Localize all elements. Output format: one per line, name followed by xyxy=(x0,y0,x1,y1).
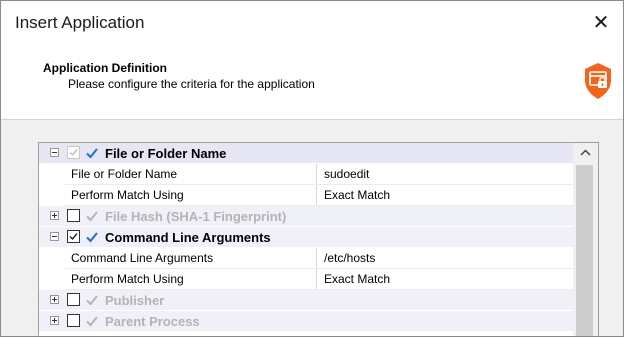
column-divider xyxy=(316,248,317,268)
category-row[interactable]: Parent Process xyxy=(39,311,573,331)
property-name: File or Folder Name xyxy=(71,167,178,181)
property-row[interactable]: Perform Match Using Exact Match xyxy=(65,185,573,206)
category-label: Parent Process xyxy=(105,314,200,329)
category-label: File or Folder Name xyxy=(105,146,227,161)
collapse-icon[interactable] xyxy=(50,232,59,241)
property-name: Perform Match Using xyxy=(71,272,184,286)
header-title: Application Definition xyxy=(43,61,167,75)
property-row[interactable]: Perform Match Using Exact Match xyxy=(65,269,573,290)
checkmark-icon xyxy=(86,148,98,159)
category-checkbox[interactable] xyxy=(67,293,80,306)
category-row[interactable]: Command Line Arguments xyxy=(39,227,573,247)
category-checkbox[interactable] xyxy=(67,209,80,222)
property-row[interactable]: Command Line Arguments/etc/hosts xyxy=(65,248,573,269)
category-row[interactable]: File Hash (SHA-1 Fingerprint) xyxy=(39,206,573,226)
application-lock-icon xyxy=(585,63,611,99)
vertical-scrollbar[interactable] xyxy=(573,143,598,336)
close-icon: ✕ xyxy=(592,12,610,34)
window-title: Insert Application xyxy=(15,13,145,32)
collapse-icon[interactable] xyxy=(50,148,59,157)
scroll-thumb[interactable] xyxy=(576,165,593,336)
category-label: Command Line Arguments xyxy=(105,230,271,245)
title-bar: Insert Application ✕ xyxy=(1,1,623,45)
checkmark-icon xyxy=(86,232,98,243)
insert-application-dialog: Insert Application ✕ Application Definit… xyxy=(0,0,624,337)
property-value[interactable]: Exact Match xyxy=(324,272,390,286)
category-row[interactable]: File or Folder Name xyxy=(39,143,573,163)
close-button[interactable]: ✕ xyxy=(579,1,623,45)
category-label: File Hash (SHA-1 Fingerprint) xyxy=(105,209,287,224)
category-checkbox[interactable] xyxy=(67,146,80,159)
scroll-up-arrow-icon[interactable] xyxy=(573,143,598,163)
property-value[interactable]: /etc/hosts xyxy=(324,251,375,265)
category-row[interactable]: Publisher xyxy=(39,290,573,310)
property-name: Perform Match Using xyxy=(71,188,184,202)
header-subtitle: Please configure the criteria for the ap… xyxy=(68,77,315,91)
criteria-tree: File or Folder Name File or Folder Name su… xyxy=(38,142,599,336)
expand-icon[interactable] xyxy=(50,295,59,304)
checkmark-icon xyxy=(86,316,98,327)
column-divider xyxy=(316,164,317,184)
checkmark-icon xyxy=(86,211,98,222)
property-value[interactable]: Exact Match xyxy=(324,188,390,202)
column-divider xyxy=(316,269,317,289)
property-row[interactable]: File or Folder Name sudoedit xyxy=(65,164,573,185)
category-label: Publisher xyxy=(105,293,165,308)
category-checkbox[interactable] xyxy=(67,230,80,243)
property-name: Command Line Arguments xyxy=(71,251,214,265)
property-value[interactable]: sudoedit xyxy=(324,167,369,181)
category-checkbox[interactable] xyxy=(67,314,80,327)
definition-header: Application Definition Please configure … xyxy=(1,45,623,120)
column-divider xyxy=(316,185,317,205)
checkmark-icon xyxy=(86,295,98,306)
expand-icon[interactable] xyxy=(50,316,59,325)
expand-icon[interactable] xyxy=(50,211,59,220)
